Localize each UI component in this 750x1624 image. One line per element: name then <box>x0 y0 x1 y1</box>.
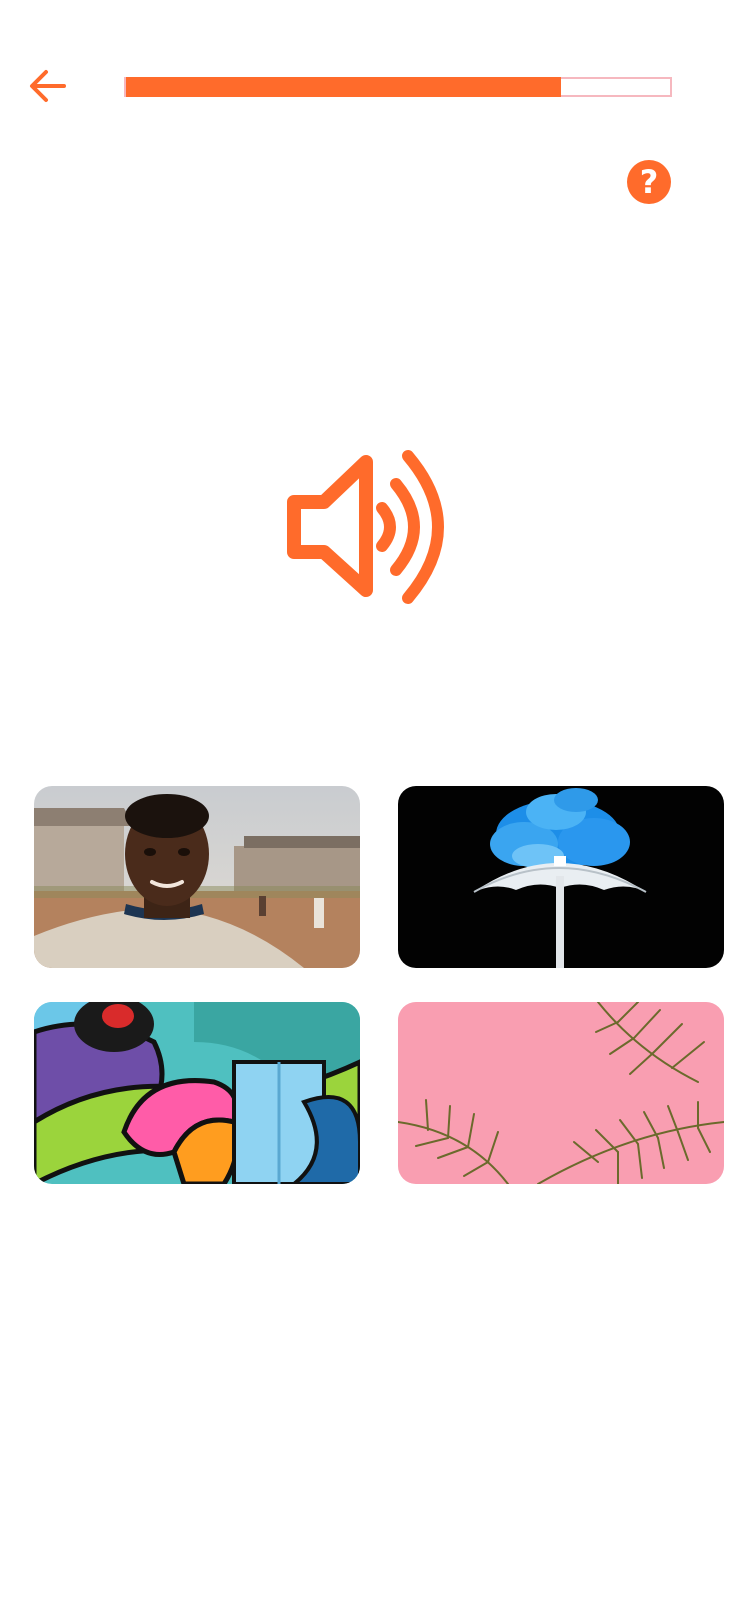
help-button[interactable]: ? <box>627 160 671 204</box>
boy-portrait-image <box>34 786 360 968</box>
choice-umbrella-blue-smoke[interactable] <box>398 786 724 968</box>
choice-palm-leaves-pink-wall[interactable] <box>398 1002 724 1184</box>
play-audio-button[interactable] <box>286 448 464 606</box>
question-mark-icon: ? <box>639 163 659 201</box>
progress-fill <box>126 77 562 97</box>
progress-bar <box>124 77 672 97</box>
graffiti-wall-image <box>34 1002 360 1184</box>
arrow-left-icon <box>30 70 66 102</box>
choice-boy-portrait[interactable] <box>34 786 360 968</box>
palm-leaves-pink-wall-image <box>398 1002 724 1184</box>
speaker-icon <box>287 450 444 604</box>
back-button[interactable] <box>26 64 70 108</box>
umbrella-blue-smoke-image <box>398 786 724 968</box>
listening-exercise-screen: ? <box>0 0 750 1624</box>
choice-graffiti-wall[interactable] <box>34 1002 360 1184</box>
